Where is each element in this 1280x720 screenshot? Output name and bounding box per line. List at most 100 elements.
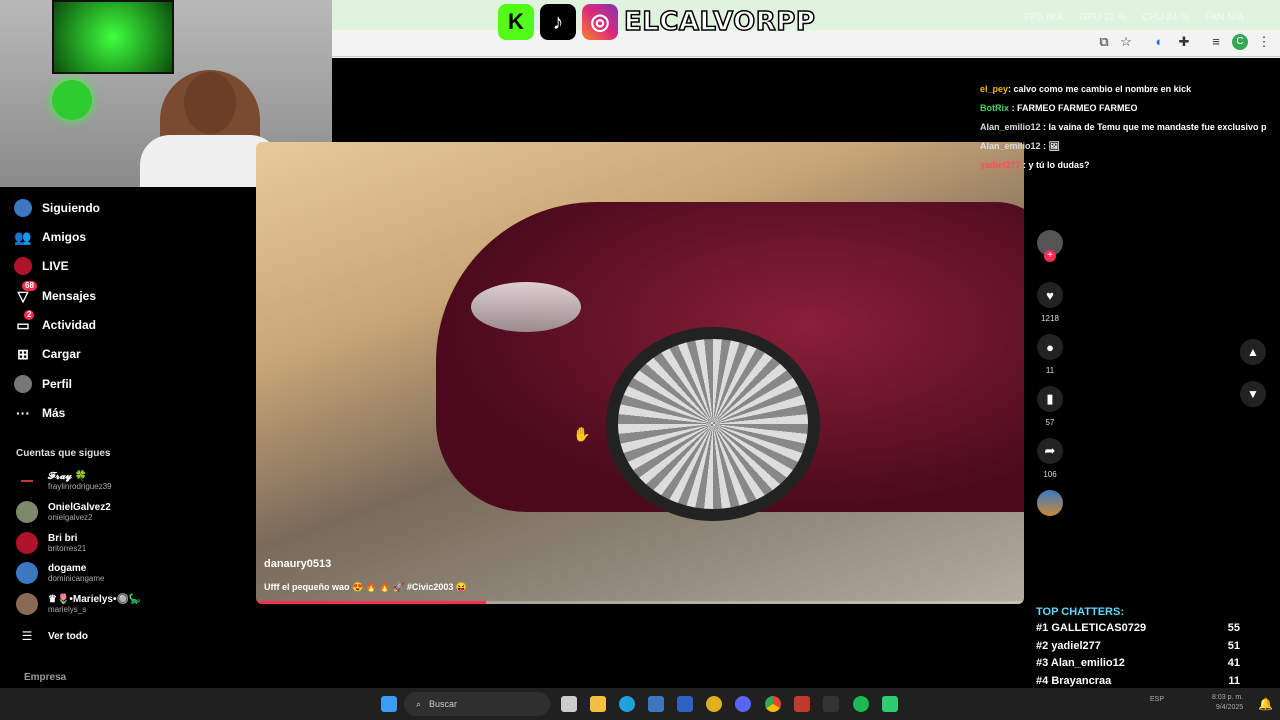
chat-text: : FARMEO FARMEO FARMEO <box>1011 103 1138 113</box>
sidebar-item-perfil[interactable]: Perfil <box>14 375 72 393</box>
next-video-button[interactable]: ▼ <box>1240 381 1266 407</box>
chat-text: : calvo como me cambio el nombre en kick <box>1008 84 1192 94</box>
top-chatter-row: #3 Alan_emilio12 41 <box>1036 657 1240 675</box>
sidebar-item-label: Cargar <box>42 347 81 361</box>
account-name: OnielGalvez2 <box>48 501 111 513</box>
app-icon[interactable] <box>882 696 898 712</box>
save-action[interactable]: ▮ 57 <box>1036 386 1064 427</box>
chatter-name: Brayancraa <box>1051 674 1112 687</box>
sidebar-item-label: Siguiendo <box>42 201 100 215</box>
profile-avatar-icon[interactable]: C <box>1232 34 1248 50</box>
neon-logo-badge <box>52 80 92 120</box>
sidebar-item-mensajes[interactable]: ▽ 68 Mensajes <box>14 281 97 305</box>
video-progress-fill <box>256 601 487 604</box>
like-action[interactable]: ♥ 1218 <box>1036 282 1064 323</box>
windows-start-icon[interactable] <box>381 696 397 712</box>
capcut-icon[interactable] <box>823 696 839 712</box>
profile-avatar-icon <box>14 375 32 393</box>
share-icon[interactable]: ➦ <box>1037 438 1063 464</box>
follow-plus-icon[interactable]: + <box>1044 250 1056 262</box>
avatar <box>16 470 38 492</box>
video-frame-wheel <box>606 327 820 521</box>
tiktok-logo-icon: ♪ <box>540 4 576 40</box>
followed-account[interactable]: dogame dominicangame <box>16 562 104 584</box>
file-explorer-icon[interactable] <box>590 696 606 712</box>
creator-avatar[interactable]: + <box>1036 230 1064 262</box>
list-icon: ☰ <box>21 629 33 643</box>
chatter-rank: #2 <box>1036 639 1049 652</box>
language-indicator[interactable]: ESP <box>1150 696 1164 703</box>
sidebar-item-actividad[interactable]: ▭ 2 Actividad <box>14 310 96 334</box>
windows-taskbar: ⌕ Buscar ESP 8:03 p. m. 9/4/2025 🔔 <box>0 688 1280 720</box>
sidebar-item-label: Perfil <box>42 377 73 391</box>
share-count: 106 <box>1043 470 1057 479</box>
account-handle: britorres21 <box>48 543 87 553</box>
notifications-icon[interactable]: 🔔 <box>1258 697 1273 711</box>
share-action[interactable]: ➦ 106 <box>1036 438 1064 479</box>
followed-account[interactable]: ♛🌷•Marielys•🔘🦕 marielys_s <box>16 593 141 615</box>
store-icon[interactable] <box>648 696 664 712</box>
followed-account[interactable]: 𝓕𝓻𝓪𝔂 🍀 fraylinrodriguez39 <box>16 470 112 492</box>
bookmark-icon[interactable]: ▮ <box>1037 386 1063 412</box>
reading-list-icon[interactable]: ≡ <box>1208 34 1224 50</box>
see-all-link[interactable]: ☰ Ver todo <box>16 629 88 643</box>
sidebar-item-mas[interactable]: ··· Más <box>14 404 65 422</box>
chat-user: el_pey <box>980 84 1009 94</box>
chatter-rank: #3 <box>1036 657 1049 669</box>
chat-user: Alan_emilio12 <box>980 141 1041 151</box>
clock[interactable]: 8:03 p. m. 9/4/2025 <box>1212 693 1243 713</box>
comment-icon[interactable]: ● <box>1037 334 1063 360</box>
company-link[interactable]: Empresa <box>24 672 66 683</box>
discord-icon[interactable] <box>735 696 751 712</box>
fps-stat: FPS N/A <box>1024 12 1064 23</box>
followed-account[interactable]: OnielGalvez2 onielgalvez2 <box>16 501 111 523</box>
extensions-icon[interactable]: ✚ <box>1176 34 1192 50</box>
video-frame-headlight <box>471 282 581 332</box>
heart-icon[interactable]: ♥ <box>1037 282 1063 308</box>
clock-time: 8:03 p. m. <box>1212 694 1244 701</box>
extension-audio-icon[interactable]: ◖ <box>1150 34 1166 50</box>
chatter-name: GALLETICAS0729 <box>1051 622 1147 634</box>
menu-dots-icon[interactable]: ⋮ <box>1256 34 1272 50</box>
brand-name: ELCALVORPP <box>623 6 816 38</box>
coin-app-icon[interactable] <box>706 696 722 712</box>
video-progress-bar[interactable] <box>256 601 1024 604</box>
following-accounts-title: Cuentas que sigues <box>16 448 111 459</box>
avatar <box>16 532 38 554</box>
instagram-logo-icon: ◎ <box>582 4 618 40</box>
music-disc-icon[interactable] <box>1037 490 1063 516</box>
sidebar-item-live[interactable]: LIVE <box>14 257 69 275</box>
chat-message: BotRix : FARMEO FARMEO FARMEO <box>980 103 1138 113</box>
chrome-icon[interactable] <box>765 696 781 712</box>
cast-icon[interactable]: ⧉ <box>1096 34 1112 50</box>
sidebar-item-label: Mensajes <box>42 289 97 303</box>
recording-app-icon[interactable] <box>794 696 810 712</box>
background-monitor <box>52 0 174 74</box>
task-view-icon[interactable] <box>561 696 577 712</box>
mail-icon[interactable] <box>677 696 693 712</box>
previous-video-button[interactable]: ▲ <box>1240 339 1266 365</box>
account-handle: fraylinrodriguez39 <box>48 481 112 491</box>
sidebar-item-cargar[interactable]: ⊞ Cargar <box>14 345 81 363</box>
video-author[interactable]: danaury0513 <box>264 558 331 570</box>
clock-date: 9/4/2025 <box>1215 704 1244 711</box>
streamer-brand-overlay: K ♪ ◎ ELCALVORPP <box>498 4 816 40</box>
account-name: dogame <box>48 562 87 574</box>
spotify-icon[interactable] <box>853 696 869 712</box>
sidebar-item-amigos[interactable]: 👥 Amigos <box>14 228 86 246</box>
streamer-head <box>184 72 236 134</box>
comment-action[interactable]: ● 11 <box>1036 334 1064 375</box>
sidebar-item-siguiendo[interactable]: Siguiendo <box>14 199 100 217</box>
music-disc[interactable] <box>1036 490 1064 516</box>
bookmark-star-icon[interactable]: ☆ <box>1118 34 1134 50</box>
kick-logo-icon: K <box>498 4 534 40</box>
account-handle: dominicangame <box>48 573 105 583</box>
video-player[interactable]: ✋ danaury0513 Ufff el pequeño wao 😍 🔥 🔥 … <box>256 142 1024 604</box>
top-chatter-row: #1 GALLETICAS0729 55 <box>1036 622 1240 640</box>
chatter-name: Alan_emilio12 <box>1050 657 1125 669</box>
followed-account[interactable]: Bri bri britorres21 <box>16 532 86 554</box>
account-name: Bri bri <box>48 532 78 544</box>
taskbar-search[interactable]: ⌕ Buscar <box>404 692 550 716</box>
edge-icon[interactable] <box>619 696 635 712</box>
chatter-count: 55 <box>1227 622 1240 634</box>
